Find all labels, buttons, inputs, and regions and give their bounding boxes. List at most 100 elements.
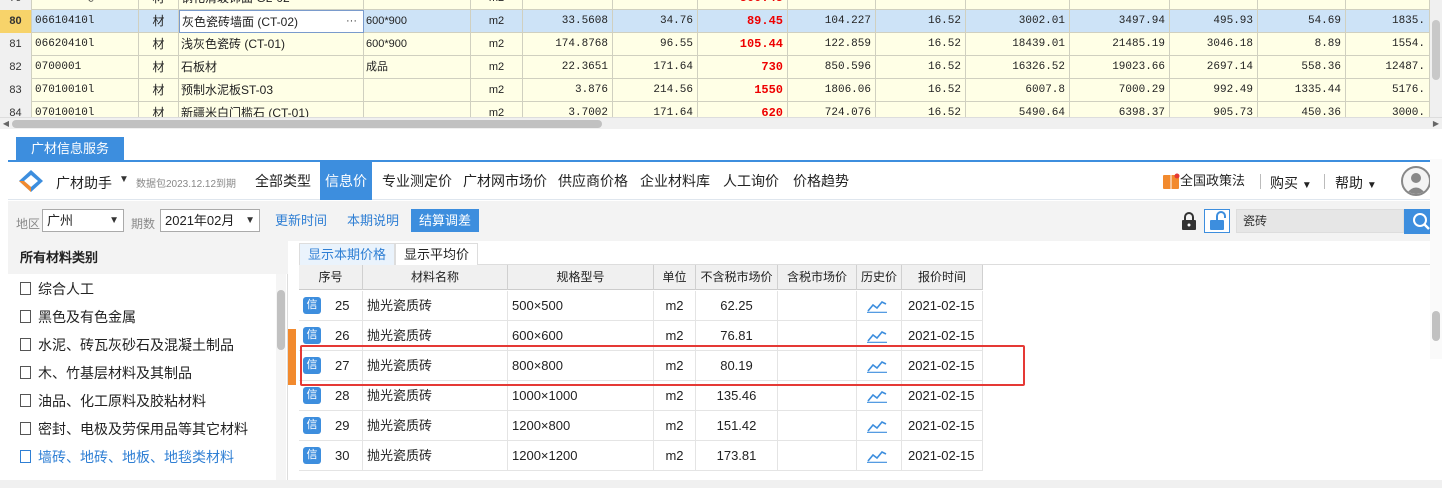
col-name[interactable]: 材料名称 — [363, 265, 508, 290]
grid-cell-v1[interactable]: 34.76 — [613, 10, 698, 33]
grid-row[interactable]: 84 07010010l 材新疆米白门槛石 (CT-01) m2 3.7002 171.6… — [0, 102, 1442, 117]
table-vertical-scrollbar[interactable] — [1430, 159, 1442, 359]
grid-cell-price[interactable]: 105.44 — [698, 33, 788, 56]
col-unit[interactable]: 单位 — [654, 265, 696, 290]
grid-cell-v1[interactable]: 171.64 — [613, 56, 698, 79]
grid-cell-spec[interactable]: 600*900 — [364, 33, 471, 56]
grid-cell-v8[interactable]: 558.36 — [1258, 56, 1346, 79]
info-badge-icon[interactable]: 信 — [303, 387, 321, 404]
grid-cell-v8[interactable]: 513.51 — [1258, 0, 1346, 10]
service-tab[interactable]: 广材信息服务 — [16, 137, 124, 161]
history-trend-icon[interactable] — [857, 441, 902, 471]
grid-cell-v7[interactable]: 495.93 — [1170, 10, 1258, 33]
grid-cell-v4[interactable]: 16.52 — [876, 10, 966, 33]
grid-cell-price[interactable]: 1550 — [698, 79, 788, 102]
grid-cell-unit[interactable]: m2 — [471, 79, 523, 102]
grid-cell-v7[interactable]: 514.65 — [1170, 0, 1258, 10]
sidebar-item[interactable]: 墙砖、地砖、地板、地毯类材料 — [20, 444, 234, 470]
grid-row[interactable]: 82 0700001 材石板材 成品 m2 22.3651 171.64 730 850.596… — [0, 56, 1442, 79]
grid-cell-code[interactable]: 07010010l — [32, 79, 139, 102]
table-row[interactable]: 信 25 抛光瓷质砖 500×500 m2 62.25 2021-02-15 — [299, 291, 983, 321]
period-note-button[interactable]: 本期说明 — [347, 209, 399, 232]
grid-cell-v5[interactable]: 3113.51 — [966, 0, 1070, 10]
grid-cell-unit[interactable]: m2 — [471, 33, 523, 56]
grid-cell-v4[interactable]: 16.52 — [876, 33, 966, 56]
grid-cell-spec[interactable] — [364, 102, 471, 117]
col-spec[interactable]: 规格型号 — [508, 265, 654, 290]
grid-cell-qty[interactable]: 33.5608 — [523, 10, 613, 33]
tab-average-price[interactable]: 显示平均价 — [395, 243, 479, 265]
grid-cell-v3[interactable]: 443.5 — [788, 0, 876, 10]
search-input[interactable]: 瓷砖 — [1236, 209, 1404, 233]
grid-row[interactable]: 81 06620410l 材浅灰色瓷砖 (CT-01) 600*900 m2 174.87… — [0, 33, 1442, 56]
grid-cell-v4[interactable]: 16.52 — [876, 56, 966, 79]
settle-adjust-button[interactable]: 结算调差 — [411, 209, 480, 232]
grid-cell-code[interactable]: 06350301@1 — [32, 0, 139, 10]
grid-cell-no[interactable]: 80 — [0, 10, 32, 33]
grid-cell-name[interactable]: 预制水泥板ST-03 — [179, 79, 364, 102]
nav-price-trend[interactable]: 价格趋势 — [793, 162, 849, 200]
grid-cell-v7[interactable]: 992.49 — [1170, 79, 1258, 102]
sidebar-scrollbar[interactable] — [276, 274, 286, 488]
policy-link[interactable]: 全国政策法 — [1162, 170, 1245, 192]
grid-cell-v3[interactable]: 724.076 — [788, 102, 876, 117]
grid-cell-spec[interactable] — [364, 0, 471, 10]
grid-cell-v8[interactable]: 450.36 — [1258, 102, 1346, 117]
grid-cell-v5[interactable]: 6007.8 — [966, 79, 1070, 102]
col-date[interactable]: 报价时间 — [902, 265, 983, 290]
grid-cell-no[interactable]: 79 — [0, 0, 32, 10]
region-select[interactable]: 广州 ▼ — [42, 209, 124, 232]
grid-cell-no[interactable]: 81 — [0, 33, 32, 56]
grid-row[interactable]: 83 07010010l 材预制水泥板ST-03 m2 3.876 214.56 1550 1… — [0, 79, 1442, 102]
grid-cell-v9[interactable]: 1554. — [1346, 33, 1430, 56]
help-menu[interactable]: 帮助 ▼ — [1335, 173, 1377, 193]
nav-labor-inquiry[interactable]: 人工询价 — [723, 162, 779, 200]
chevron-down-icon[interactable]: ▼ — [119, 174, 129, 185]
info-badge-icon[interactable]: 信 — [303, 327, 321, 344]
grid-cell-v4[interactable]: 16.52 — [876, 102, 966, 117]
grid-cell-unit[interactable]: m2 — [471, 56, 523, 79]
grid-cell-v5[interactable]: 18439.01 — [966, 33, 1070, 56]
grid-cell-v6[interactable]: 7000.29 — [1070, 79, 1170, 102]
update-time-button[interactable]: 更新时间 — [275, 209, 327, 232]
period-select[interactable]: 2021年02月 ▼ — [160, 209, 260, 232]
grid-row[interactable]: 80 06610410l 材灰色瓷砖墙面 (CT-02) 600*900 m2 33.56… — [0, 10, 1442, 33]
table-row[interactable]: 信 29 抛光瓷质砖 1200×800 m2 151.42 2021-02-15 — [299, 411, 983, 441]
grid-cell-v6[interactable]: 6398.37 — [1070, 102, 1170, 117]
sidebar-collapse-handle[interactable] — [288, 329, 296, 385]
unlock-icon[interactable] — [1204, 209, 1230, 233]
top-grid-vertical-scrollbar[interactable] — [1430, 0, 1442, 117]
grid-cell-v3[interactable]: 104.227 — [788, 10, 876, 33]
grid-cell-name[interactable]: 新疆米白门槛石 (CT-01) — [179, 102, 364, 117]
grid-cell-name[interactable]: 石板材 — [179, 56, 364, 79]
sidebar-item[interactable]: 水泥、砖瓦灰砂石及混凝土制品 — [20, 332, 234, 358]
grid-cell-price[interactable]: 89.45 — [698, 10, 788, 33]
grid-cell-unit[interactable]: m2 — [471, 10, 523, 33]
grid-cell-unit[interactable]: m2 — [471, 102, 523, 117]
grid-cell-v3[interactable]: 850.596 — [788, 56, 876, 79]
grid-cell-no[interactable]: 83 — [0, 79, 32, 102]
history-trend-icon[interactable] — [857, 411, 902, 441]
grid-cell-v5[interactable]: 16326.52 — [966, 56, 1070, 79]
grid-cell-v9[interactable]: 3000. — [1346, 102, 1430, 117]
grid-cell-v7[interactable]: 905.73 — [1170, 102, 1258, 117]
grid-cell-type[interactable]: 材 — [139, 10, 179, 33]
grid-cell-v8[interactable]: 54.69 — [1258, 10, 1346, 33]
user-avatar-icon[interactable] — [1401, 166, 1431, 196]
grid-cell-no[interactable]: 82 — [0, 56, 32, 79]
grid-cell-type[interactable]: 材 — [139, 33, 179, 56]
info-badge-icon[interactable]: 信 — [303, 447, 321, 464]
grid-cell-v7[interactable]: 3046.18 — [1170, 33, 1258, 56]
grid-cell-v6[interactable]: 19023.66 — [1070, 56, 1170, 79]
grid-cell-spec[interactable]: 成品 — [364, 56, 471, 79]
grid-cell-type[interactable]: 材 — [139, 0, 179, 10]
lock-icon[interactable] — [1180, 211, 1198, 231]
grid-cell-v1[interactable]: 171.64 — [613, 102, 698, 117]
grid-cell-name[interactable]: 灰色瓷砖墙面 (CT-02) — [179, 10, 364, 33]
grid-cell-v5[interactable]: 5490.64 — [966, 102, 1070, 117]
grid-cell-qty[interactable]: 174.8768 — [523, 33, 613, 56]
grid-cell-v1[interactable]: 214.56 — [613, 79, 698, 102]
col-history[interactable]: 历史价 — [857, 265, 902, 290]
grid-cell-v4[interactable]: 16.52 — [876, 79, 966, 102]
nav-professional-price[interactable]: 专业测定价 — [382, 162, 452, 200]
